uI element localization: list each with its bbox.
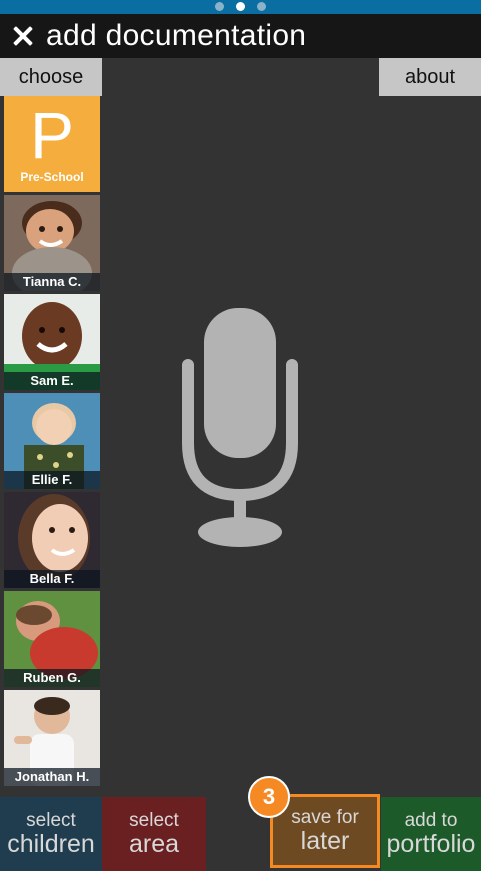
button-line1: select [26,810,76,831]
button-line2: children [7,830,95,858]
button-line1: select [129,810,179,831]
children-sidebar[interactable]: P Pre-School Tianna C. Sam E. Ellie F. B… [4,96,100,794]
child-tile-tianna[interactable]: Tianna C. [4,195,100,291]
bottom-action-bar: select children select area save for lat… [0,794,481,871]
select-area-button[interactable]: select area [102,797,206,871]
button-line1: save for [291,807,359,828]
child-name: Jonathan H. [4,768,100,786]
step-badge: 3 [248,776,290,818]
add-to-portfolio-button[interactable]: add to portfolio [381,797,481,871]
classroom-label: Pre-School [20,170,84,184]
about-button[interactable]: about [379,58,481,96]
child-name: Tianna C. [4,273,100,291]
button-line2: later [300,827,350,855]
child-name: Sam E. [4,372,100,390]
child-name: Ellie F. [4,471,100,489]
select-children-button[interactable]: select children [0,797,102,871]
page-dot-active [236,2,245,11]
classroom-letter: P [29,98,75,172]
button-line2: area [128,830,180,858]
child-name: Ruben G. [4,669,100,687]
child-tile-jonathan[interactable]: Jonathan H. [4,690,100,786]
page-dot [215,2,224,11]
button-line2: portfolio [386,830,476,858]
page-title: add documentation [46,19,307,52]
title-bar: add documentation [0,14,481,58]
page-dot [257,2,266,11]
choose-button[interactable]: choose [0,58,102,96]
classroom-tile[interactable]: P Pre-School [4,96,100,192]
status-strip [0,0,481,14]
child-tile-sam[interactable]: Sam E. [4,294,100,390]
close-icon[interactable] [8,21,38,51]
button-line1: add to [404,810,458,831]
page-indicator [0,2,481,12]
microphone-icon[interactable] [180,305,300,550]
child-tile-bella[interactable]: Bella F. [4,492,100,588]
child-tile-ellie[interactable]: Ellie F. [4,393,100,489]
child-tile-ruben[interactable]: Ruben G. [4,591,100,687]
child-name: Bella F. [4,570,100,588]
